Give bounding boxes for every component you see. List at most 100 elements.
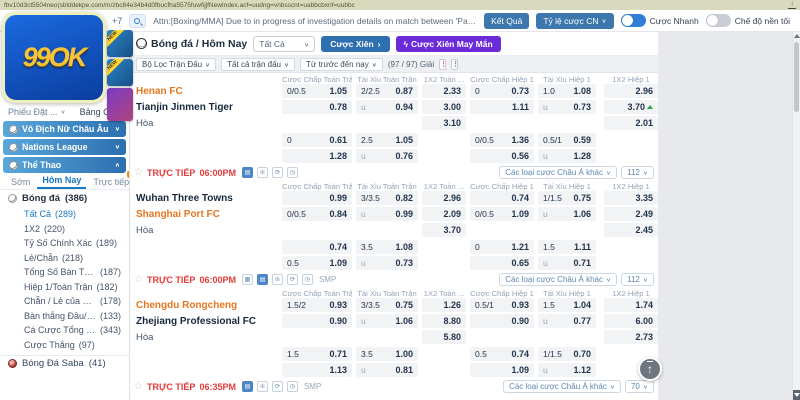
refresh-icon[interactable]: ⟳ bbox=[287, 274, 298, 285]
odds-cell[interactable]: 0.5/10.93 bbox=[470, 298, 534, 312]
parlay-button[interactable]: Cược Xiên › bbox=[321, 36, 389, 52]
more-bets-count-dropdown[interactable]: 112 bbox=[621, 166, 654, 179]
league-banner-3[interactable]: Thể Thao bbox=[3, 157, 126, 173]
favorite-star-icon[interactable]: ☆ bbox=[134, 275, 143, 285]
more-bets-count-dropdown[interactable]: 70 bbox=[625, 380, 654, 393]
odds-cell[interactable]: u1.06 bbox=[356, 314, 418, 328]
odds-cell[interactable]: 3.70 bbox=[422, 223, 466, 237]
promo-thumbnail-1[interactable]: NEW bbox=[107, 30, 133, 57]
calendar-icon[interactable]: ▦ bbox=[242, 274, 253, 285]
time-tab-trực-tiếp[interactable]: Trực tiếp123 bbox=[88, 177, 130, 189]
results-button[interactable]: Kết Quả bbox=[484, 13, 529, 29]
filter-button-1[interactable]: Bộ Lọc Trận Đấu bbox=[136, 58, 216, 71]
odds-cell[interactable]: u0.73 bbox=[538, 100, 596, 114]
favorite-star-icon[interactable]: ☆ bbox=[134, 168, 143, 178]
filter-button-3[interactable]: Từ trước đến nay bbox=[300, 58, 383, 71]
sidebar-item[interactable]: Cá Cược Tổng Hợp(343) bbox=[0, 323, 129, 338]
odds-cell[interactable]: 3.00 bbox=[422, 100, 466, 114]
league-filter-select[interactable]: Tất Cả bbox=[253, 36, 315, 52]
download-icon[interactable]: ↓ bbox=[788, 2, 796, 9]
doc-icon[interactable]: ▤ bbox=[242, 381, 253, 392]
scroll-down-arrow-icon[interactable] bbox=[793, 390, 800, 400]
odds-cell[interactable]: u0.81 bbox=[356, 363, 418, 377]
promo-thumbnail-2[interactable]: NEW bbox=[107, 59, 133, 86]
odds-cell[interactable]: 3.51.08 bbox=[356, 240, 418, 254]
odds-cell[interactable]: 1.09 bbox=[470, 363, 534, 377]
odds-cell[interactable]: 3.51.00 bbox=[356, 347, 418, 361]
odds-cell[interactable]: u0.76 bbox=[356, 149, 418, 163]
asian-bets-dropdown[interactable]: Các loại cược Châu Á khác bbox=[499, 166, 617, 179]
odds-cell[interactable]: 2.01 bbox=[604, 116, 658, 130]
odds-cell[interactable]: 1.51.04 bbox=[538, 298, 596, 312]
tab-bet-slip[interactable]: Phiếu Đặt ... bbox=[8, 107, 66, 117]
odds-cell[interactable]: 0.50.74 bbox=[470, 347, 534, 361]
odds-cell[interactable]: 1.11 bbox=[470, 100, 534, 114]
dark-mode-toggle[interactable] bbox=[706, 14, 731, 27]
sidebar-item-saba[interactable]: Bóng Đá Saba (41) bbox=[0, 355, 129, 371]
filter-button-2[interactable]: Tất cả trận đấu bbox=[221, 58, 295, 71]
odds-cell[interactable]: 0.99 bbox=[282, 191, 352, 205]
odds-cell[interactable]: 3.35 bbox=[604, 191, 658, 205]
odds-cell[interactable]: 0/0.51.09 bbox=[470, 207, 534, 221]
scroll-up-arrow-icon[interactable] bbox=[794, 34, 800, 38]
refresh-icon[interactable]: ⟳ bbox=[272, 167, 283, 178]
sidebar-item[interactable]: Hiệp 1/Toàn Trận(182) bbox=[0, 280, 129, 295]
more-bets-count-dropdown[interactable]: 112 bbox=[621, 273, 654, 286]
odds-cell[interactable]: 2.96 bbox=[422, 191, 466, 205]
odds-cell[interactable]: 0.65 bbox=[470, 256, 534, 270]
league-banner-2[interactable]: Nations League bbox=[3, 139, 126, 155]
lucky-parlay-button[interactable]: ϟ Cược Xiên May Mắn bbox=[396, 36, 501, 52]
search-button[interactable] bbox=[129, 14, 146, 28]
odds-cell[interactable]: 6.00 bbox=[604, 314, 658, 328]
clock-icon[interactable]: ◷ bbox=[302, 274, 313, 285]
odds-cell[interactable]: u0.77 bbox=[538, 314, 596, 328]
odds-cell[interactable]: 0.51.09 bbox=[282, 256, 352, 270]
stats-icon[interactable]: ılı bbox=[272, 274, 283, 285]
doc-icon[interactable]: ▤ bbox=[257, 274, 268, 285]
odds-cell[interactable]: 1/1.50.75 bbox=[538, 191, 596, 205]
odds-cell[interactable]: 2.96 bbox=[604, 84, 658, 98]
odds-cell[interactable]: 0.56 bbox=[470, 149, 534, 163]
odds-cell[interactable]: 01.21 bbox=[470, 240, 534, 254]
odds-cell[interactable]: 0/0.51.36 bbox=[470, 133, 534, 147]
asian-bets-dropdown[interactable]: Các loại cược Châu Á khác bbox=[503, 380, 621, 393]
sidebar-item-football[interactable]: Bóng đá (386) bbox=[0, 190, 129, 205]
odds-cell[interactable]: 1.51.11 bbox=[538, 240, 596, 254]
back-to-top-button[interactable]: ↑ bbox=[638, 357, 662, 381]
odds-cell[interactable]: 0.90 bbox=[282, 314, 352, 328]
odds-cell[interactable]: u0.71 bbox=[538, 256, 596, 270]
sidebar-item[interactable]: Tỷ Số Chính Xác(189) bbox=[0, 236, 129, 251]
odds-cell[interactable]: u1.28 bbox=[538, 149, 596, 163]
odds-cell[interactable]: 1.01.08 bbox=[538, 84, 596, 98]
asian-bets-dropdown[interactable]: Các loại cược Châu Á khác bbox=[499, 273, 617, 286]
odds-cell[interactable]: 2.51.05 bbox=[356, 133, 418, 147]
odds-cell[interactable]: 0/0.51.05 bbox=[282, 84, 352, 98]
quick-bet-toggle[interactable] bbox=[621, 14, 646, 27]
odds-cell[interactable]: u1.06 bbox=[538, 207, 596, 221]
sidebar-item[interactable]: Bàn thắng Đầu/ Cuối(133) bbox=[0, 309, 129, 324]
sidebar-item[interactable]: Tất Cả(289) bbox=[0, 207, 129, 222]
vertical-scrollbar[interactable] bbox=[792, 32, 800, 400]
sidebar-item[interactable]: Tổng Số Bàn Thắng(187) bbox=[0, 265, 129, 280]
odds-cell[interactable]: u0.73 bbox=[356, 256, 418, 270]
red-dice-icon[interactable]: ⋮ bbox=[439, 59, 446, 70]
odds-cell[interactable]: 2.33 bbox=[422, 84, 466, 98]
sidebar-item[interactable]: 1X2(220) bbox=[0, 222, 129, 237]
odds-cell[interactable]: 2/2.50.87 bbox=[356, 84, 418, 98]
odds-cell[interactable]: 5.80 bbox=[422, 330, 466, 344]
odds-type-button[interactable]: Tỷ lệ cược CN bbox=[536, 13, 613, 29]
time-tab-sớm[interactable]: Sớm bbox=[6, 177, 35, 189]
odds-cell[interactable]: 3.10 bbox=[422, 116, 466, 130]
odds-cell[interactable]: 00.73 bbox=[470, 84, 534, 98]
favorite-star-icon[interactable]: ☆ bbox=[134, 382, 143, 392]
blue-dice-icon[interactable]: ⋮ bbox=[451, 59, 458, 70]
odds-cell[interactable]: 1.74 bbox=[604, 298, 658, 312]
odds-cell[interactable]: 1/1.50.70 bbox=[538, 347, 596, 361]
odds-cell[interactable]: 2.09 bbox=[422, 207, 466, 221]
odds-cell[interactable]: 0.90 bbox=[470, 314, 534, 328]
odds-cell[interactable]: 8.80 bbox=[422, 314, 466, 328]
logo-99ok[interactable]: 99OK bbox=[2, 12, 106, 103]
odds-cell[interactable]: 1.50.71 bbox=[282, 347, 352, 361]
doc-icon[interactable]: ▤ bbox=[242, 167, 253, 178]
sidebar-item[interactable]: Cược Thắng(97) bbox=[0, 338, 129, 353]
